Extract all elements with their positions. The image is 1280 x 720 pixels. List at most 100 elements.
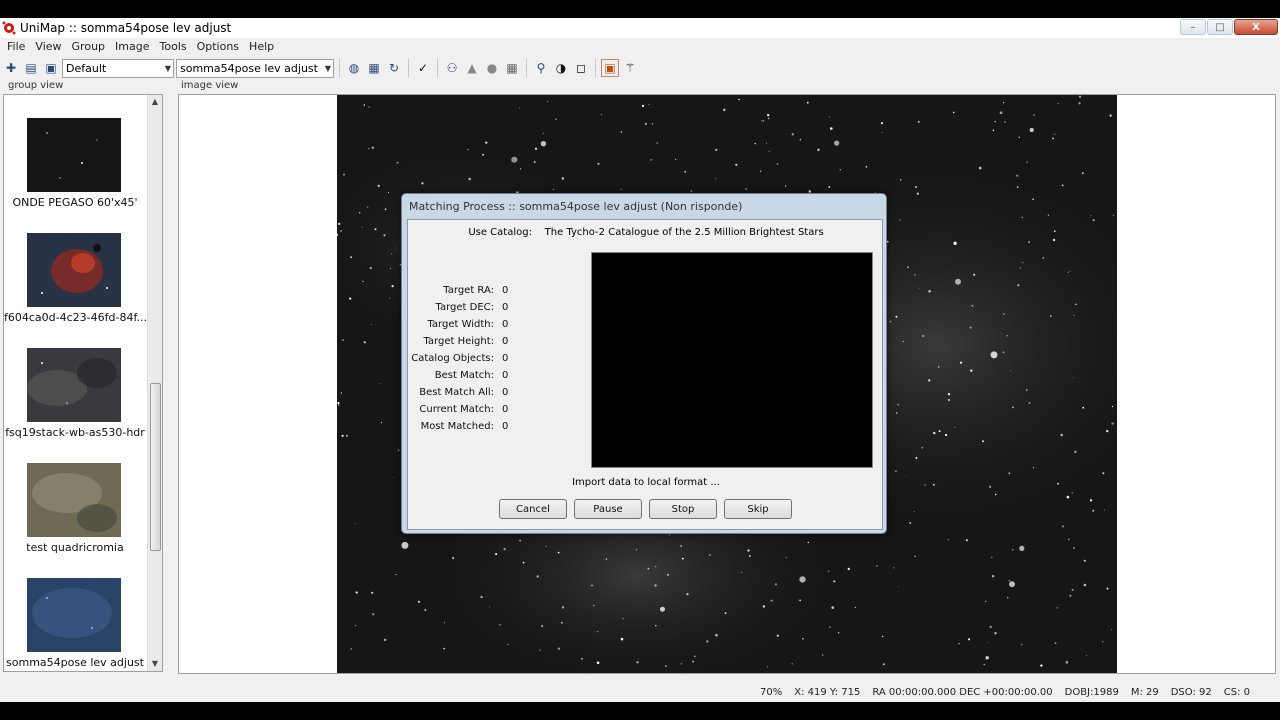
- menu-file[interactable]: File: [2, 38, 30, 56]
- star-dot: [928, 290, 931, 293]
- star-dot: [1113, 215, 1114, 217]
- star-dot: [982, 440, 984, 443]
- star-dot: [668, 534, 671, 536]
- star-dot: [395, 247, 397, 249]
- pause-button[interactable]: Pause: [574, 499, 642, 519]
- menu-image[interactable]: Image: [110, 38, 154, 56]
- minimize-button[interactable]: –: [1180, 19, 1206, 35]
- star-dot: [371, 591, 374, 594]
- telescope-icon[interactable]: ⚚: [621, 59, 639, 77]
- stat-current-match: Current Match: 0: [419, 404, 509, 415]
- star-dot: [1065, 660, 1069, 664]
- star-dot: [388, 192, 389, 193]
- new-file-icon[interactable]: ✚: [2, 59, 20, 77]
- save-icon[interactable]: ▣: [42, 59, 60, 77]
- zoom-icon[interactable]: ⚲: [532, 59, 550, 77]
- menu-group[interactable]: Group: [67, 38, 111, 56]
- star-dot: [735, 163, 738, 166]
- scroll-thumb[interactable]: [150, 383, 161, 551]
- star-dot: [761, 120, 763, 122]
- star-dot: [994, 493, 997, 496]
- star-dot: [346, 434, 348, 437]
- star-dot: [560, 621, 563, 624]
- frame-icon[interactable]: ▣: [601, 59, 619, 77]
- star-dot: [340, 392, 342, 394]
- star-dot: [1106, 429, 1109, 433]
- star-dot: [914, 555, 916, 558]
- star-dot: [1016, 186, 1019, 188]
- star-dot: [511, 156, 518, 163]
- dso-count: DSO: 92: [1170, 686, 1212, 698]
- star-dot: [1017, 284, 1020, 287]
- check-icon[interactable]: ✓: [414, 59, 432, 77]
- globe-icon[interactable]: ◍: [345, 59, 363, 77]
- star-dot: [1111, 405, 1114, 408]
- star-dot: [340, 230, 342, 232]
- stop-button[interactable]: Stop: [649, 499, 717, 519]
- star-dot: [368, 147, 370, 150]
- star-dot: [917, 121, 920, 123]
- star-dot: [1004, 121, 1006, 123]
- star-dot: [896, 412, 898, 414]
- star-dot: [367, 206, 369, 208]
- star-dot: [914, 274, 916, 276]
- binoculars-icon[interactable]: ⚇: [443, 59, 461, 77]
- star-dot: [994, 632, 997, 635]
- scroll-down-icon[interactable]: ▼: [148, 657, 162, 671]
- menu-options[interactable]: Options: [192, 38, 244, 56]
- maximize-button[interactable]: □: [1207, 19, 1233, 35]
- thumbnail-image[interactable]: [27, 463, 121, 537]
- m-count: M: 29: [1130, 686, 1159, 698]
- star-dot: [545, 545, 547, 547]
- thumbnail-image[interactable]: [27, 578, 121, 652]
- star-dot: [660, 606, 665, 612]
- menu-tools[interactable]: Tools: [154, 38, 191, 56]
- status-bar: 70% X: 419 Y: 715 RA 00:00:00.000 DEC +0…: [0, 682, 1280, 702]
- grid-icon[interactable]: ▦: [503, 59, 521, 77]
- star-dot: [395, 574, 397, 576]
- crop-icon[interactable]: ◻: [572, 59, 590, 77]
- star-dot: [424, 609, 427, 611]
- image-select[interactable]: somma54pose lev adjust ▼: [176, 58, 334, 78]
- skip-button[interactable]: Skip: [724, 499, 792, 519]
- histogram-icon[interactable]: ▲: [463, 59, 481, 77]
- star-dot: [1054, 133, 1056, 135]
- contrast-icon[interactable]: ◑: [552, 59, 570, 77]
- star-dot: [1069, 270, 1071, 272]
- open-folder-icon[interactable]: ▤: [22, 59, 40, 77]
- import-folder-icon[interactable]: ▦: [365, 59, 383, 77]
- star-dot: [522, 561, 525, 564]
- title-bar: UniMap :: somma54pose lev adjust – □ X: [0, 18, 1280, 38]
- thumbnail-image[interactable]: [27, 348, 121, 422]
- star-dot: [443, 622, 445, 624]
- star-dot: [1053, 230, 1056, 233]
- star-dot: [1026, 161, 1028, 163]
- menu-help[interactable]: Help: [244, 38, 279, 56]
- star-dot: [954, 426, 956, 428]
- scroll-up-icon[interactable]: ▲: [148, 95, 162, 109]
- thumbnail-image[interactable]: [27, 233, 121, 307]
- close-button[interactable]: X: [1234, 19, 1278, 35]
- star-dot: [519, 539, 521, 542]
- star-dot: [999, 111, 1003, 114]
- star-dot: [1092, 509, 1095, 512]
- star-dot: [921, 446, 924, 449]
- group-view-scrollbar[interactable]: ▲ ▼: [147, 95, 162, 671]
- thumbnail-image[interactable]: [27, 118, 121, 192]
- profile-select[interactable]: Default ▼: [62, 58, 174, 78]
- star-dot: [1060, 433, 1063, 437]
- circle-icon[interactable]: ●: [483, 59, 501, 77]
- refresh-icon[interactable]: ↻: [385, 59, 403, 77]
- star-dot: [762, 605, 766, 608]
- stat-target-dec: Target DEC: 0: [435, 302, 509, 313]
- star-dot: [754, 142, 756, 145]
- star-dot: [468, 177, 471, 181]
- cancel-button[interactable]: Cancel: [499, 499, 567, 519]
- star-dot: [715, 633, 718, 637]
- star-dot: [1061, 184, 1064, 187]
- star-dot: [1054, 642, 1057, 645]
- star-dot: [1056, 607, 1058, 609]
- star-dot: [561, 606, 565, 609]
- menu-view[interactable]: View: [30, 38, 66, 56]
- star-dot: [1016, 174, 1019, 177]
